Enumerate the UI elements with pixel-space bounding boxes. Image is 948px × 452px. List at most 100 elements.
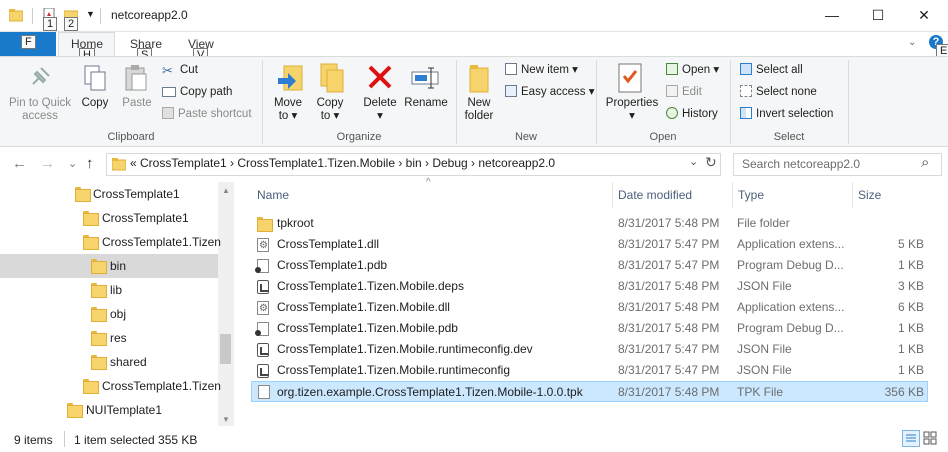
column-header-size[interactable]: Size bbox=[858, 188, 881, 202]
file-row[interactable]: CrossTemplate1.Tizen.Mobile.runtimeconfi… bbox=[251, 339, 928, 360]
properties-dropdown-icon[interactable]: ▾ bbox=[603, 110, 661, 123]
history-button[interactable]: History bbox=[666, 105, 718, 123]
column-header-date[interactable]: Date modified bbox=[618, 188, 692, 202]
file-name: CrossTemplate1.dll bbox=[277, 237, 380, 251]
search-input[interactable]: Search netcoreapp2.0 bbox=[733, 153, 942, 176]
file-size: 6 KB bbox=[897, 300, 924, 314]
column-header-type[interactable]: Type bbox=[738, 188, 764, 202]
file-type: Application extens... bbox=[737, 237, 845, 251]
tree-item-obj[interactable]: obj bbox=[0, 302, 218, 326]
file-row[interactable]: CrossTemplate1.Tizen.Mobile.deps 8/31/20… bbox=[251, 276, 928, 297]
rename-button[interactable]: Rename bbox=[403, 97, 449, 110]
select-all-button[interactable]: Select all bbox=[740, 61, 803, 79]
large-icons-view-button[interactable] bbox=[922, 430, 940, 447]
copy-path-button[interactable]: Copy path bbox=[162, 83, 232, 101]
easy-access-button[interactable]: Easy access ▾ bbox=[505, 83, 595, 101]
recent-locations-button[interactable]: ⌄ bbox=[68, 157, 77, 170]
pin-to-quick-access-button[interactable]: Pin to Quick access bbox=[2, 97, 78, 123]
column-divider[interactable] bbox=[852, 182, 853, 208]
new-item-icon bbox=[505, 63, 517, 75]
cut-button[interactable]: ✂ Cut bbox=[162, 61, 198, 79]
select-group-label: Select bbox=[773, 131, 805, 143]
tree-item-nuitemplate1[interactable]: NUITemplate1 bbox=[0, 398, 218, 422]
column-divider[interactable] bbox=[732, 182, 733, 208]
properties-button[interactable]: Properties ▾ bbox=[603, 97, 661, 123]
file-type: JSON File bbox=[737, 342, 792, 356]
file-row[interactable]: CrossTemplate1.dll 8/31/2017 5:47 PM App… bbox=[251, 234, 928, 256]
invert-selection-button[interactable]: Invert selection bbox=[740, 105, 833, 123]
new-folder-button[interactable]: New folder bbox=[459, 97, 499, 123]
move-to-button[interactable]: Move to ▾ bbox=[270, 97, 306, 123]
scroll-down-icon[interactable]: ▼ bbox=[222, 415, 230, 424]
column-header-name[interactable]: Name bbox=[257, 188, 289, 202]
copy-path-icon bbox=[162, 87, 176, 97]
tree-item-lib[interactable]: lib bbox=[0, 278, 218, 302]
tree-item-crosstemplate1[interactable]: CrossTemplate1 bbox=[0, 182, 218, 206]
copy-to-button[interactable]: Copy to ▾ bbox=[312, 97, 348, 123]
back-button[interactable]: ← bbox=[12, 155, 27, 172]
qat-dropdown-icon[interactable]: ▼ bbox=[86, 9, 95, 19]
paste-shortcut-icon bbox=[162, 107, 174, 119]
open-icon bbox=[666, 63, 678, 75]
folder-icon bbox=[83, 379, 99, 394]
new-item-button[interactable]: New item ▾ bbox=[505, 61, 578, 79]
tree-item-bin[interactable]: bin bbox=[0, 254, 218, 278]
file-name: CrossTemplate1.Tizen.Mobile.dll bbox=[277, 300, 450, 314]
cut-label: Cut bbox=[180, 64, 198, 76]
tree-item-label: CrossTemplate1.Tizen bbox=[102, 235, 221, 249]
select-none-button[interactable]: Select none bbox=[740, 83, 817, 101]
edit-button[interactable]: Edit bbox=[666, 83, 702, 101]
column-divider[interactable] bbox=[612, 182, 613, 208]
delete-button[interactable]: Delete ▾ bbox=[361, 97, 399, 123]
keytip-2: 2 bbox=[64, 17, 79, 31]
open-label: Open ▾ bbox=[682, 64, 720, 76]
refresh-icon[interactable]: ↻ bbox=[705, 154, 717, 171]
open-button[interactable]: Open ▾ bbox=[666, 61, 719, 79]
tree-item-shared[interactable]: shared bbox=[0, 350, 218, 374]
copy-button[interactable]: Copy bbox=[78, 97, 112, 110]
file-size: 1 KB bbox=[897, 321, 924, 335]
tree-item-crosstemplate1-sub[interactable]: CrossTemplate1 bbox=[0, 206, 218, 230]
file-row[interactable]: CrossTemplate1.Tizen.Mobile.runtimeconfi… bbox=[251, 360, 928, 381]
details-view-button[interactable] bbox=[902, 430, 920, 447]
move-to-label: to ▾ bbox=[278, 110, 298, 122]
folder-icon bbox=[91, 331, 107, 346]
tree-item-crosstemplate1-tizen-2[interactable]: CrossTemplate1.Tizen bbox=[0, 374, 221, 398]
paste-button[interactable]: Paste bbox=[118, 97, 156, 110]
minimize-button[interactable]: — bbox=[809, 0, 855, 31]
json-file-icon bbox=[257, 280, 269, 294]
folder-icon bbox=[75, 187, 91, 202]
breadcrumb[interactable]: « CrossTemplate1 › CrossTemplate1.Tizen.… bbox=[130, 156, 555, 170]
tree-scrollbar-thumb[interactable] bbox=[220, 334, 231, 364]
select-all-label: Select all bbox=[756, 64, 803, 76]
item-count: 9 items bbox=[14, 433, 53, 447]
delete-dropdown-icon[interactable]: ▾ bbox=[361, 110, 399, 123]
paste-shortcut-button[interactable]: Paste shortcut bbox=[162, 105, 252, 123]
new-item-label: New item ▾ bbox=[521, 64, 578, 76]
close-button[interactable]: ✕ bbox=[901, 0, 947, 31]
history-icon bbox=[666, 107, 678, 119]
group-separator bbox=[848, 60, 849, 144]
folder-icon bbox=[91, 259, 107, 274]
tree-item-crosstemplate1-tizen[interactable]: CrossTemplate1.Tizen bbox=[0, 230, 221, 254]
json-file-icon bbox=[257, 364, 269, 378]
file-date: 8/31/2017 5:47 PM bbox=[618, 258, 720, 272]
forward-button[interactable]: → bbox=[40, 155, 55, 172]
address-dropdown-icon[interactable]: ⌄ bbox=[689, 155, 698, 168]
file-row[interactable]: CrossTemplate1.Tizen.Mobile.dll 8/31/201… bbox=[251, 297, 928, 319]
file-row[interactable]: CrossTemplate1.Tizen.Mobile.pdb 8/31/201… bbox=[251, 318, 928, 339]
tree-item-res[interactable]: res bbox=[0, 326, 218, 350]
ribbon-expand-icon[interactable]: ⌄ bbox=[908, 37, 916, 48]
scroll-up-icon[interactable]: ▲ bbox=[222, 186, 230, 195]
file-row-selected[interactable]: org.tizen.example.CrossTemplate1.Tizen.M… bbox=[251, 381, 928, 402]
edit-label: Edit bbox=[682, 86, 702, 98]
folder-icon bbox=[91, 283, 107, 298]
file-row[interactable]: tpkroot 8/31/2017 5:48 PM File folder bbox=[251, 213, 928, 234]
up-button[interactable]: ↑ bbox=[86, 155, 94, 172]
selection-info: 1 item selected 355 KB bbox=[74, 433, 198, 447]
copy-path-label: Copy path bbox=[180, 86, 233, 98]
maximize-button[interactable]: ☐ bbox=[855, 0, 901, 31]
file-type: JSON File bbox=[737, 363, 792, 377]
file-row[interactable]: CrossTemplate1.pdb 8/31/2017 5:47 PM Pro… bbox=[251, 255, 928, 276]
clipboard-group-label: Clipboard bbox=[107, 131, 155, 143]
